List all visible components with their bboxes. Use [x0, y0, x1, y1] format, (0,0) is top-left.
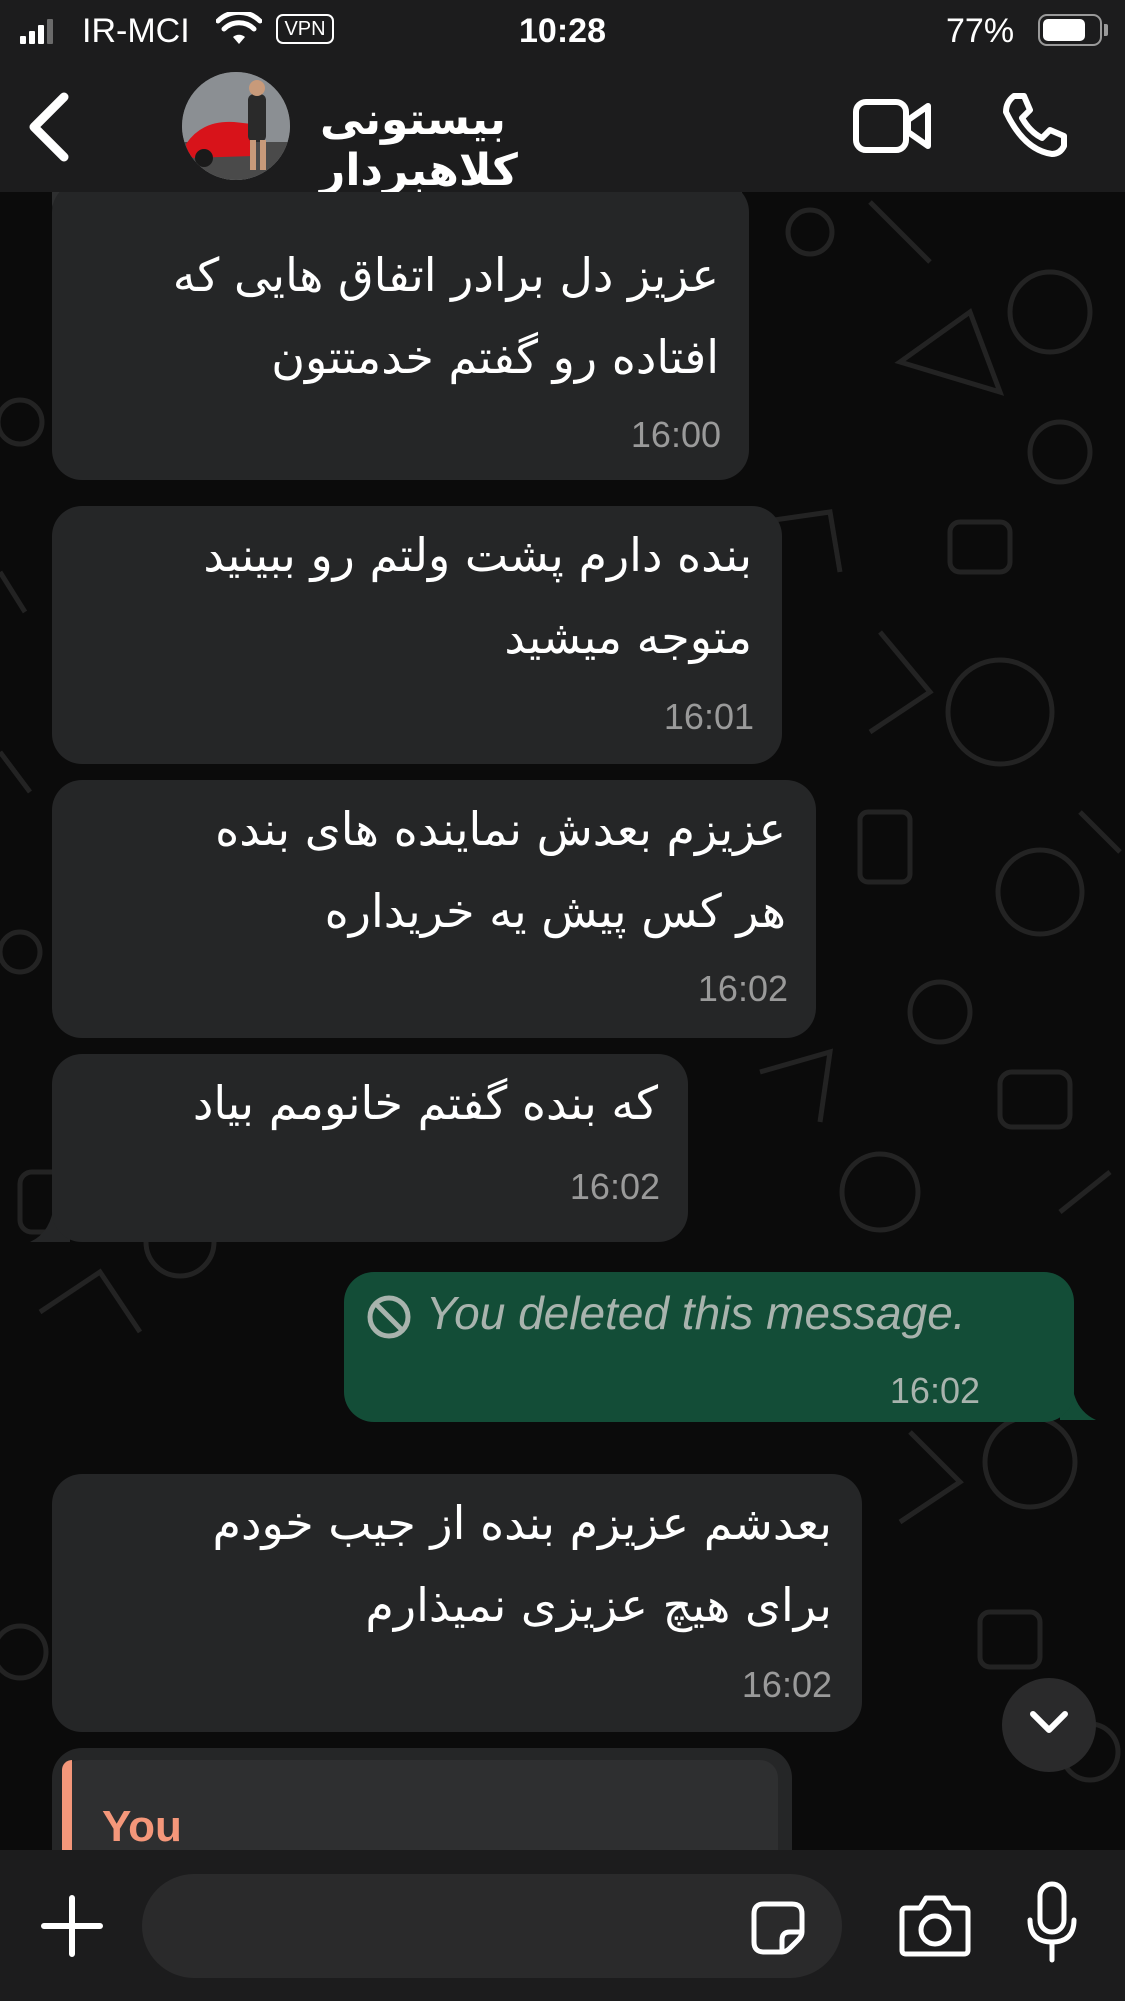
message-bubble-incoming[interactable]: عزیزم بعدش نماینده های بنده هر کس پیش یه… [52, 780, 816, 1038]
battery-icon [1038, 14, 1102, 46]
message-bubble-outgoing[interactable]: You deleted this message. 16:02 [344, 1272, 1074, 1422]
message-input[interactable] [142, 1874, 842, 1978]
message-text: بنده دارم پشت ولتم رو ببینید متوجه میشید [203, 514, 752, 678]
message-line: که بنده گفتم خانومم بیاد [192, 1076, 658, 1130]
message-bubble-incoming[interactable]: بنده دارم پشت ولتم رو ببینید متوجه میشید… [52, 506, 782, 764]
chat-header: بیستونی کلاهبردار [0, 62, 1125, 196]
message-text: بعدشم عزیزم بنده از جیب خودم برای هیچ عز… [213, 1482, 832, 1646]
message-time: 16:02 [741, 1664, 832, 1705]
message-line: هر کس پیش یه خریداره [324, 884, 786, 938]
sticker-icon[interactable] [750, 1900, 806, 1956]
camera-icon[interactable] [898, 1892, 972, 1958]
deleted-message-text: You deleted this message. [426, 1287, 966, 1339]
message-time: 16:02 [569, 1166, 660, 1207]
message-line: عزیزم بعدش نماینده های بنده [215, 802, 786, 856]
message-time: 16:02 [889, 1370, 980, 1411]
chat-area[interactable]: عزیز دل برادر اتفاق هایی که افتاده رو گف… [0, 192, 1125, 1850]
deleted-icon [367, 1295, 411, 1339]
chevron-down-icon [1030, 1711, 1068, 1733]
message-line: بعدشم عزیزم بنده از جیب خودم [212, 1496, 832, 1550]
battery-cap [1104, 24, 1108, 36]
battery-percent: 77% [946, 12, 1015, 50]
reply-preview[interactable]: You [62, 1760, 778, 1850]
plus-icon[interactable] [40, 1894, 104, 1958]
message-bubble-incoming[interactable]: عزیز دل برادر اتفاق هایی که افتاده رو گف… [52, 192, 749, 480]
reply-sender: You [102, 1802, 182, 1850]
input-bar [0, 1850, 1125, 2001]
message-time: 16:00 [630, 414, 721, 455]
microphone-icon[interactable] [1024, 1880, 1080, 1966]
phone-icon[interactable] [1000, 90, 1070, 160]
message-line: برای هیچ عزیزی نمیذارم [365, 1578, 832, 1632]
avatar[interactable] [182, 72, 290, 180]
contact-name[interactable]: بیستونی کلاهبردار [320, 94, 680, 196]
video-camera-icon[interactable] [852, 96, 932, 156]
message-text: عزیز دل برادر اتفاق هایی که افتاده رو گف… [173, 234, 719, 398]
message-bubble-incoming[interactable]: که بنده گفتم خانومم بیاد 16:02 [52, 1054, 688, 1242]
chevron-left-icon[interactable] [24, 92, 72, 162]
message-line: متوجه میشید [504, 610, 752, 664]
message-time: 16:01 [663, 696, 754, 737]
status-bar: IR-MCI VPN 10:28 77% [0, 0, 1125, 62]
avatar-image [182, 72, 290, 180]
message-line: بنده دارم پشت ولتم رو ببینید [203, 528, 752, 582]
battery-fill [1043, 19, 1085, 41]
quote-accent-bar [62, 1760, 72, 1850]
message-time: 16:02 [697, 968, 788, 1009]
message-bubble-incoming[interactable]: بعدشم عزیزم بنده از جیب خودم برای هیچ عز… [52, 1474, 862, 1732]
message-text: که بنده گفتم خانومم بیاد [193, 1062, 658, 1144]
scroll-to-bottom-button[interactable] [1002, 1678, 1096, 1772]
message-line: عزیز دل برادر اتفاق هایی که [172, 248, 719, 302]
message-line: افتاده رو گفتم خدمتتون [271, 330, 719, 384]
message-bubble-incoming[interactable]: You [52, 1748, 792, 1850]
message-text: عزیزم بعدش نماینده های بنده هر کس پیش یه… [215, 788, 786, 952]
